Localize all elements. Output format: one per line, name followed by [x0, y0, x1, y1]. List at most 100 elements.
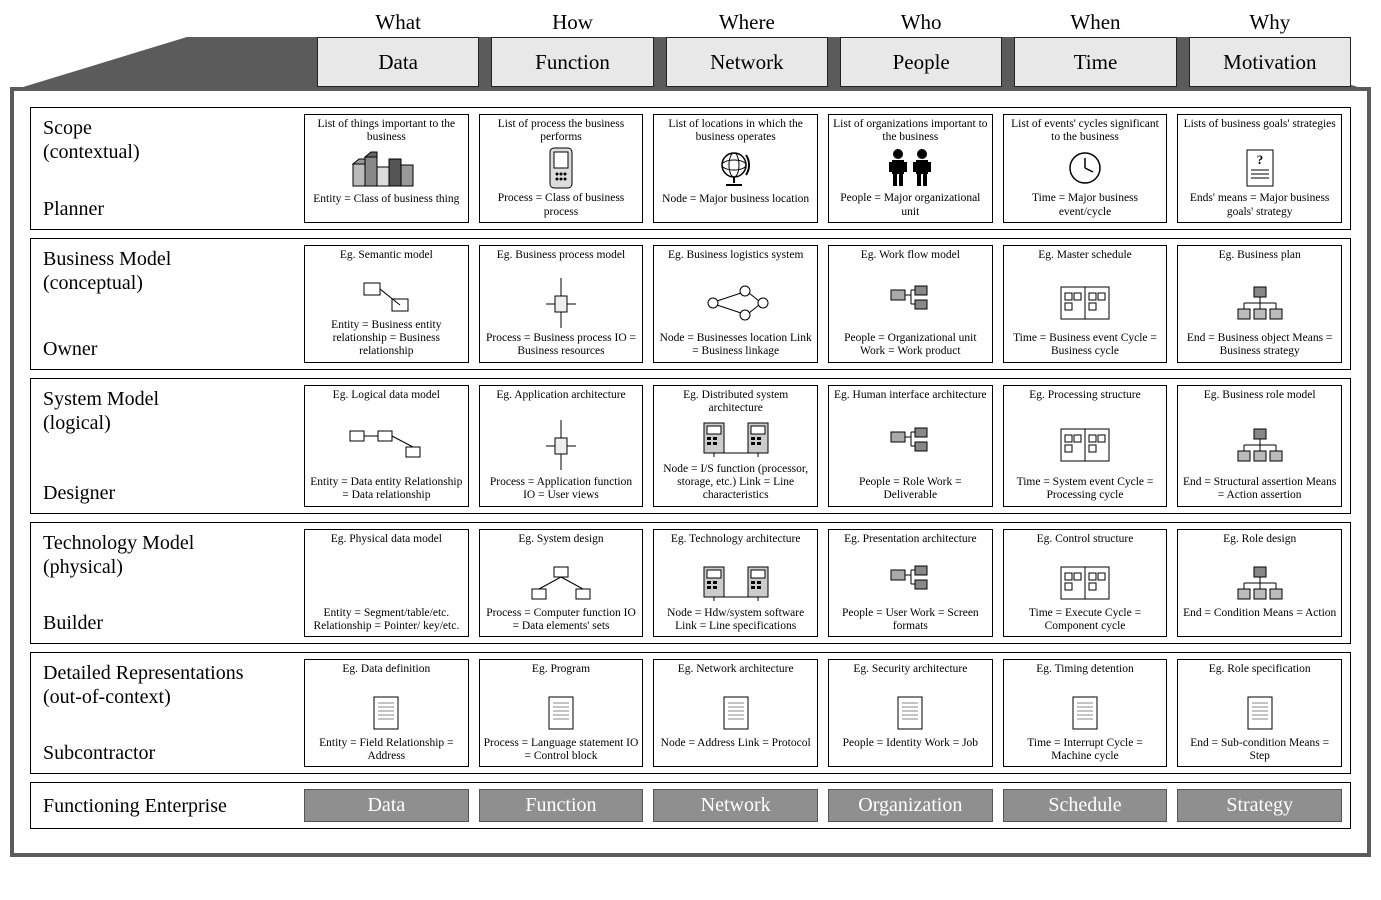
- cell-bot: End = Structural assertion Means = Actio…: [1182, 476, 1337, 502]
- cell-top: Eg. Logical data model: [309, 389, 464, 415]
- cell-top: Eg. Program: [484, 663, 639, 689]
- cell-top: Eg. Application architecture: [484, 389, 639, 415]
- tab-network: Network: [666, 37, 828, 87]
- cell-0-5: Lists of business goals' strategies ? En…: [1177, 114, 1342, 223]
- cell-4-3: Eg. Security architecture People = Ident…: [828, 659, 993, 767]
- org-icon: [833, 275, 988, 332]
- cell-bot: Entity = Business entity relationship = …: [309, 319, 464, 359]
- cell-top: Lists of business goals' strategies: [1182, 118, 1337, 144]
- row-4: Detailed Representations(out-of-context)…: [30, 652, 1351, 774]
- footer-strategy: Strategy: [1177, 789, 1342, 822]
- footer-organization: Organization: [828, 789, 993, 822]
- cell-bot: Process = Class of business process: [484, 192, 639, 218]
- page-icon: [1182, 689, 1337, 737]
- cell-bot: People = Identity Work = Job: [833, 737, 988, 763]
- cell-bot: Node = Hdw/system software Link = Line s…: [658, 607, 813, 633]
- row-subtitle: (out-of-context): [43, 686, 171, 708]
- cell-bot: Time = Interrupt Cycle = Machine cycle: [1008, 737, 1163, 763]
- cell-top: Eg. Role design: [1182, 533, 1337, 559]
- cell-top: Eg. Distributed system architecture: [658, 389, 813, 415]
- cell-bot: Node = Address Link = Protocol: [658, 737, 813, 763]
- cell-top: Eg. Human interface architecture: [833, 389, 988, 415]
- cell-4-4: Eg. Timing detention Time = Interrupt Cy…: [1003, 659, 1168, 767]
- cell-top: Eg. Security architecture: [833, 663, 988, 689]
- row-role: Subcontractor: [43, 741, 290, 765]
- tree-icon: [1182, 559, 1337, 607]
- cell-top: Eg. Presentation architecture: [833, 533, 988, 559]
- row-label: Technology Model(physical)Builder: [39, 529, 294, 637]
- row-label: Business Model(conceptual)Owner: [39, 245, 294, 363]
- cell-bot: People = Organizational unit Work = Work…: [833, 332, 988, 358]
- tree-icon: [1182, 415, 1337, 477]
- footer-row: Functioning Enterprise Data Function Net…: [30, 782, 1351, 829]
- row-title: Technology Model: [43, 532, 194, 554]
- page-icon: [658, 689, 813, 737]
- sched-icon: [1008, 559, 1163, 607]
- org-icon: [833, 415, 988, 477]
- tab-people: People: [840, 37, 1002, 87]
- col-q-4: When: [1014, 10, 1176, 37]
- cell-0-4: List of events' cycles significant to th…: [1003, 114, 1168, 223]
- row-2: System Model(logical)DesignerEg. Logical…: [30, 378, 1351, 514]
- cell-bot: Process = Language statement IO = Contro…: [484, 737, 639, 763]
- cell-top: Eg. Role specification: [1182, 663, 1337, 689]
- hub-icon: [484, 559, 639, 607]
- people-icon: [833, 144, 988, 192]
- cell-top: Eg. Semantic model: [309, 249, 464, 275]
- cell-bot: Time = System event Cycle = Processing c…: [1008, 476, 1163, 502]
- row-role: Designer: [43, 481, 290, 505]
- tree-icon: [1182, 275, 1337, 332]
- cell-1-3: Eg. Work flow model People = Organizatio…: [828, 245, 993, 363]
- tab-function: Function: [491, 37, 653, 87]
- cell-top: Eg. Master schedule: [1008, 249, 1163, 275]
- cell-bot: End = Sub-condition Means = Step: [1182, 737, 1337, 763]
- cell-top: Eg. Processing structure: [1008, 389, 1163, 415]
- flow-v-icon: [484, 275, 639, 332]
- row-label: Scope(contextual)Planner: [39, 114, 294, 223]
- cell-top: List of process the business performs: [484, 118, 639, 144]
- cell-bot: Process = Computer function IO = Data el…: [484, 607, 639, 633]
- cell-bot: People = User Work = Screen formats: [833, 607, 988, 633]
- footer-data: Data: [304, 789, 469, 822]
- cell-3-4: Eg. Control structure Time = Execute Cyc…: [1003, 529, 1168, 637]
- row-1: Business Model(conceptual)OwnerEg. Seman…: [30, 238, 1351, 370]
- cell-2-1: Eg. Application architecture Process = A…: [479, 385, 644, 507]
- page-icon: [1008, 689, 1163, 737]
- cell-bot: Process = Business process IO = Business…: [484, 332, 639, 358]
- cell-top: Eg. System design: [484, 533, 639, 559]
- cell-2-3: Eg. Human interface architecture People …: [828, 385, 993, 507]
- cell-top: Eg. Business role model: [1182, 389, 1337, 415]
- cell-1-0: Eg. Semantic model Entity = Business ent…: [304, 245, 469, 363]
- cell-2-5: Eg. Business role model End = Structural…: [1177, 385, 1342, 507]
- tab-bar: Data Function Network People Time Motiva…: [10, 37, 1371, 87]
- cell-3-1: Eg. System design Process = Computer fun…: [479, 529, 644, 637]
- col-q-1: How: [491, 10, 653, 37]
- cell-4-2: Eg. Network architecture Node = Address …: [653, 659, 818, 767]
- cell-4-5: Eg. Role specification End = Sub-conditi…: [1177, 659, 1342, 767]
- cell-0-1: List of process the business performs Pr…: [479, 114, 644, 223]
- cell-2-0: Eg. Logical data model Entity = Data ent…: [304, 385, 469, 507]
- cell-bot: Node = Major business location: [658, 193, 813, 219]
- cell-2-2: Eg. Distributed system architecture Node…: [653, 385, 818, 507]
- graph-icon: [658, 275, 813, 332]
- framework-body: Scope(contextual)PlannerList of things i…: [10, 87, 1371, 857]
- cell-0-3: List of organizations important to the b…: [828, 114, 993, 223]
- cell-3-5: Eg. Role design End = Condition Means = …: [1177, 529, 1342, 637]
- row-subtitle: (conceptual): [43, 272, 143, 294]
- cell-bot: Time = Major business event/cycle: [1008, 192, 1163, 218]
- org-icon: [833, 559, 988, 607]
- cell-top: Eg. Control structure: [1008, 533, 1163, 559]
- tab-data: Data: [317, 37, 479, 87]
- cell-top: Eg. Business logistics system: [658, 249, 813, 275]
- tab-time: Time: [1014, 37, 1176, 87]
- row-role: Builder: [43, 611, 290, 635]
- cell-0-0: List of things important to the business…: [304, 114, 469, 223]
- cell-bot: Ends' means = Major business goals' stra…: [1182, 192, 1337, 218]
- cell-1-2: Eg. Business logistics system Node = Bus…: [653, 245, 818, 363]
- cell-top: Eg. Technology architecture: [658, 533, 813, 559]
- cell-3-0: Eg. Physical data modelEntity = Segment/…: [304, 529, 469, 637]
- cell-bot: Time = Execute Cycle = Component cycle: [1008, 607, 1163, 633]
- page-icon: [309, 689, 464, 737]
- cell-top: Eg. Work flow model: [833, 249, 988, 275]
- er2-icon: [309, 275, 464, 319]
